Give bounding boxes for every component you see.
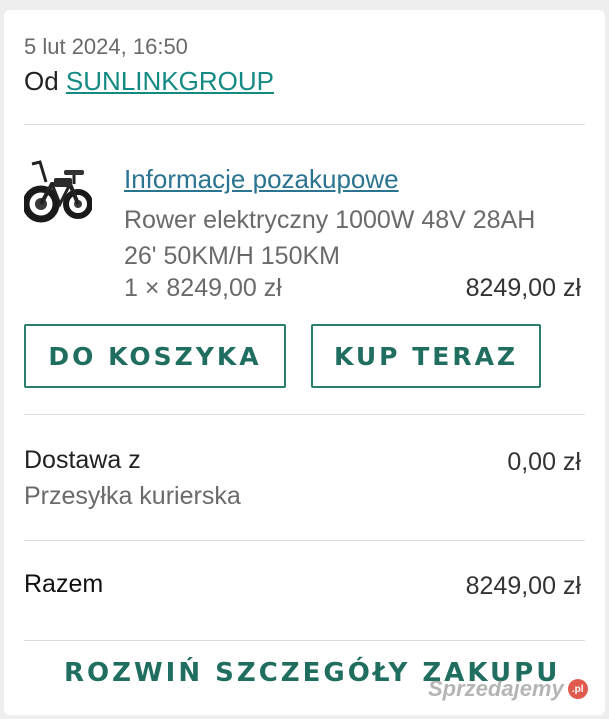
- divider: [24, 414, 585, 415]
- divider: [24, 640, 585, 641]
- seller-row: Od SUNLINKGROUP: [24, 66, 274, 97]
- shipping-label: Dostawa z: [24, 446, 141, 474]
- order-card: 5 lut 2024, 16:50 Od SUNLINKGROUP Inform…: [4, 10, 605, 715]
- line-total: 8249,00 zł: [465, 274, 581, 302]
- total-label: Razem: [24, 570, 104, 598]
- product-title: Rower elektryczny 1000W 48V 28AH 26' 50K…: [124, 206, 536, 270]
- seller-link[interactable]: SUNLINKGROUP: [66, 66, 274, 96]
- order-date: 5 lut 2024, 16:50: [24, 34, 188, 59]
- watermark-badge: .pl: [567, 679, 588, 699]
- total-price: 8249,00 zł: [465, 572, 581, 600]
- watermark: Sprzedajemy .pl: [428, 676, 588, 702]
- add-to-cart-button[interactable]: DO KOSZYKA: [24, 324, 286, 388]
- electric-bike-icon: [22, 160, 93, 223]
- shipping-price: 0,00 zł: [507, 448, 581, 476]
- divider: [24, 540, 585, 541]
- quantity-price: 1 × 8249,00 zł: [124, 274, 282, 302]
- product-thumbnail[interactable]: [22, 156, 93, 226]
- shipping-method: Przesyłka kurierska: [24, 482, 241, 510]
- divider: [24, 124, 585, 125]
- buy-now-button[interactable]: KUP TERAZ: [311, 324, 541, 388]
- watermark-text: Sprzedajemy: [428, 676, 564, 701]
- post-purchase-info-link[interactable]: Informacje pozakupowe: [124, 164, 399, 195]
- from-prefix: Od: [24, 66, 59, 96]
